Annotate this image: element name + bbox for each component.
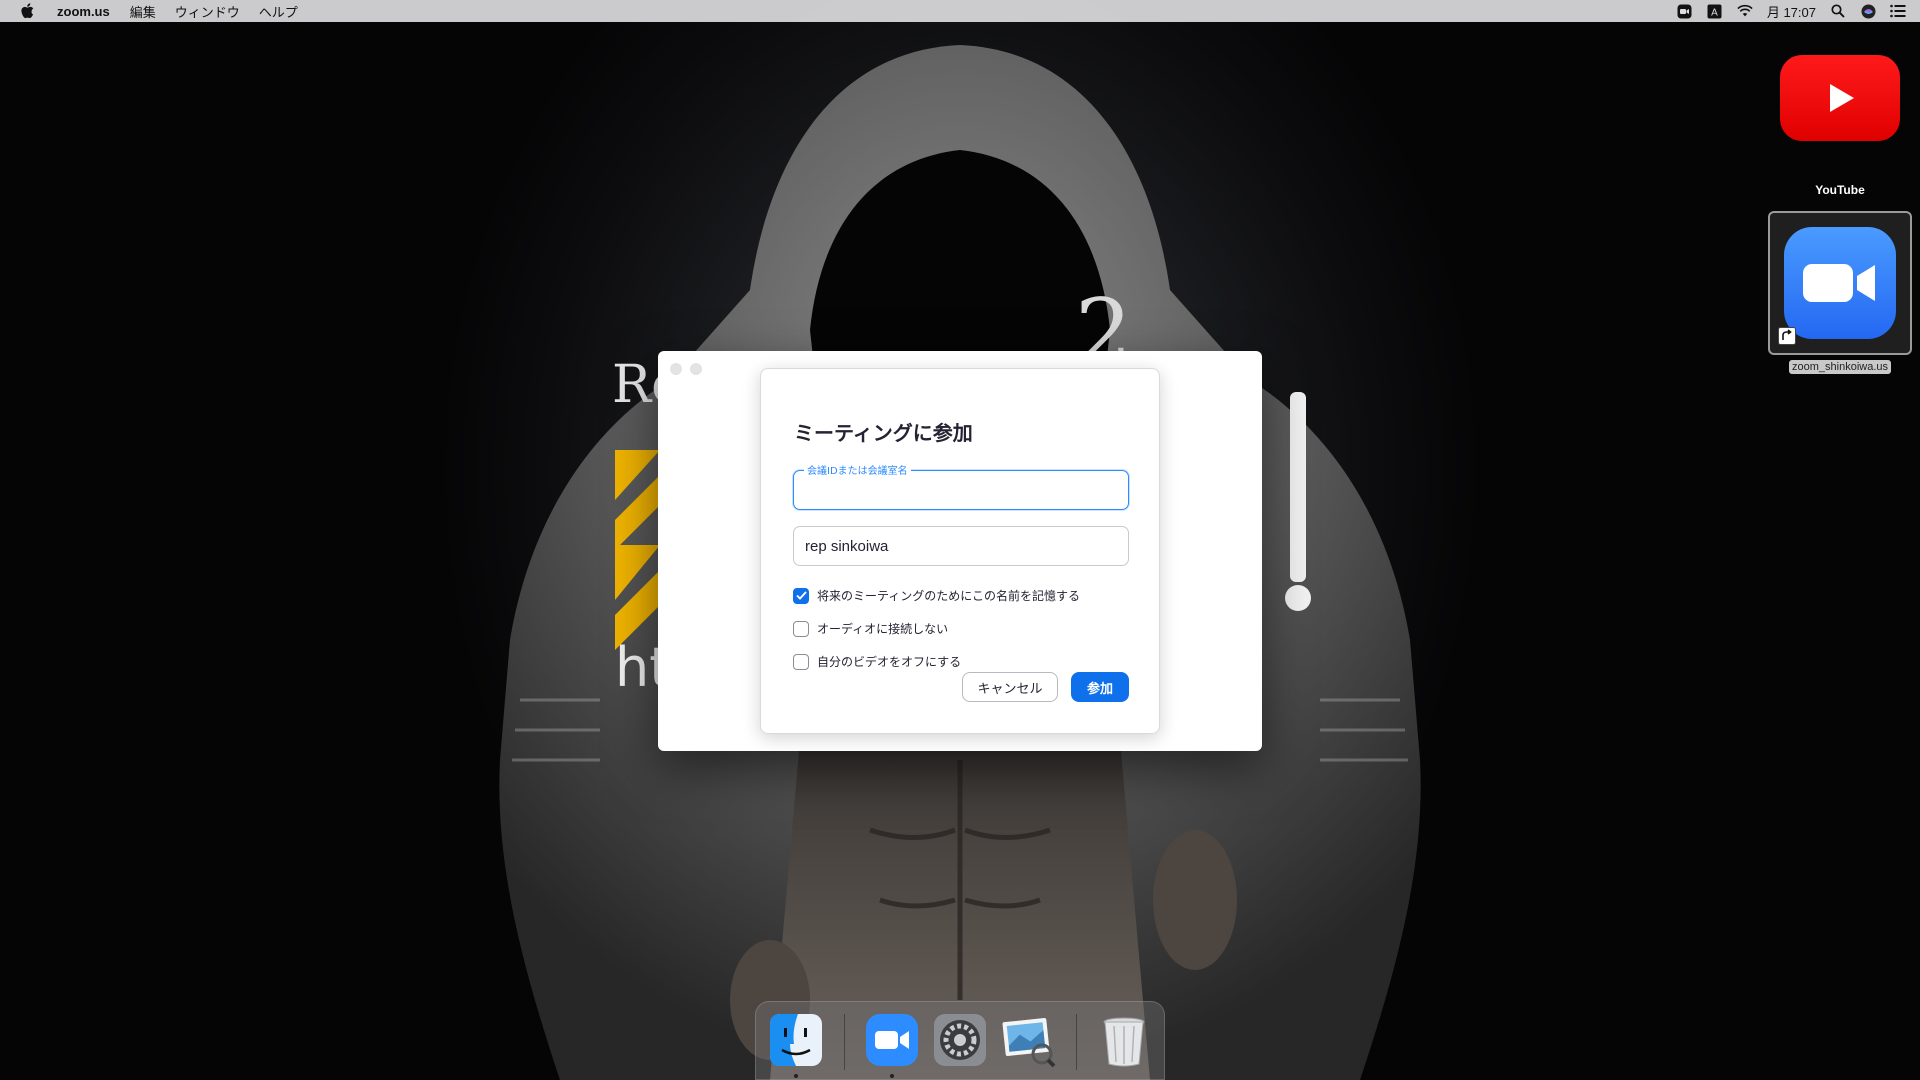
menu-bar: zoom.us 編集 ウィンドウ ヘルプ A 月 17:07 <box>0 0 1920 22</box>
checkmark-icon <box>795 591 807 600</box>
menu-edit[interactable]: 編集 <box>130 2 156 21</box>
zoom-icon <box>866 1014 918 1066</box>
dialog-title: ミーティングに参加 <box>794 421 973 445</box>
system-preferences-icon <box>934 1014 986 1066</box>
no-audio-checkbox[interactable] <box>793 620 809 637</box>
menu-help[interactable]: ヘルプ <box>259 2 298 21</box>
dock-preview[interactable] <box>998 1010 1058 1070</box>
alias-arrow-icon <box>1778 327 1796 345</box>
no-audio-label[interactable]: オーディオに接続しない <box>817 620 948 637</box>
minimize-window-button[interactable] <box>690 363 702 375</box>
trash-icon <box>1103 1017 1145 1067</box>
input-source-icon[interactable]: A <box>1707 3 1723 19</box>
join-button[interactable]: 参加 <box>1071 672 1129 702</box>
youtube-icon[interactable] <box>1780 55 1900 141</box>
close-window-button[interactable] <box>670 363 682 375</box>
dock-zoom[interactable] <box>862 1010 922 1078</box>
zoom-app-icon[interactable] <box>1784 227 1896 339</box>
svg-text:A: A <box>1712 7 1719 18</box>
meeting-id-label: 会議IDまたは会議室名 <box>804 462 911 477</box>
desktop-icon-selection[interactable] <box>1768 211 1912 355</box>
meeting-id-input[interactable] <box>804 479 1114 501</box>
no-audio-option[interactable]: オーディオに接続しない <box>793 620 948 637</box>
video-off-option[interactable]: 自分のビデオをオフにする <box>793 653 961 670</box>
menu-window[interactable]: ウィンドウ <box>175 2 240 21</box>
notification-center-icon[interactable] <box>1890 3 1906 19</box>
menu-clock[interactable]: 月 17:07 <box>1767 2 1816 21</box>
finder-icon <box>770 1014 822 1066</box>
window-traffic-lights <box>670 363 702 375</box>
name-input[interactable] <box>805 535 1115 557</box>
cancel-button[interactable]: キャンセル <box>962 672 1058 702</box>
menu-app-name[interactable]: zoom.us <box>57 4 110 19</box>
preview-icon <box>1002 1017 1056 1068</box>
wifi-icon[interactable] <box>1737 3 1753 19</box>
name-field[interactable] <box>793 526 1129 566</box>
dock-system-preferences[interactable] <box>930 1010 990 1070</box>
desktop-icon-zoom-alias[interactable]: zoom_shinkoiwa.us <box>1768 211 1912 374</box>
meeting-id-field[interactable]: 会議IDまたは会議室名 <box>793 462 1129 510</box>
video-off-checkbox[interactable] <box>793 653 809 670</box>
dock-trash[interactable] <box>1094 1010 1154 1070</box>
remember-name-label[interactable]: 将来のミーティングのためにこの名前を記憶する <box>817 587 1080 604</box>
apple-menu-icon[interactable] <box>20 3 35 19</box>
video-off-label[interactable]: 自分のビデオをオフにする <box>817 653 961 670</box>
dock-separator <box>1076 1014 1077 1070</box>
desktop-icon-youtube[interactable]: YouTube <box>1780 55 1900 197</box>
dock <box>755 1001 1165 1080</box>
dock-separator <box>844 1014 845 1070</box>
zoom-status-icon[interactable] <box>1677 3 1693 19</box>
siri-icon[interactable] <box>1860 3 1876 19</box>
running-indicator <box>890 1074 894 1078</box>
dock-finder[interactable] <box>766 1010 826 1078</box>
remember-name-checkbox[interactable] <box>793 587 809 604</box>
running-indicator <box>794 1074 798 1078</box>
desktop-icon-label: YouTube <box>1815 183 1865 197</box>
join-meeting-dialog: ミーティングに参加 会議IDまたは会議室名 将来のミーティングのためにこの名前を… <box>760 368 1160 734</box>
spotlight-search-icon[interactable] <box>1830 3 1846 19</box>
remember-name-option[interactable]: 将来のミーティングのためにこの名前を記憶する <box>793 587 1080 604</box>
desktop-icon-label[interactable]: zoom_shinkoiwa.us <box>1789 360 1891 374</box>
